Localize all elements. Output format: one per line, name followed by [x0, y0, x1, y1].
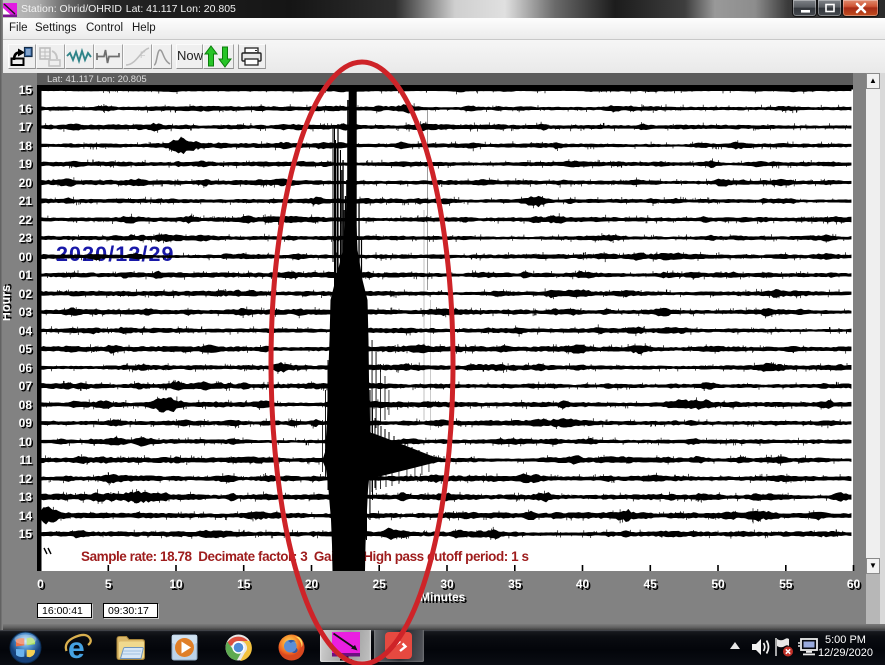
svg-text:F: F	[140, 50, 146, 60]
